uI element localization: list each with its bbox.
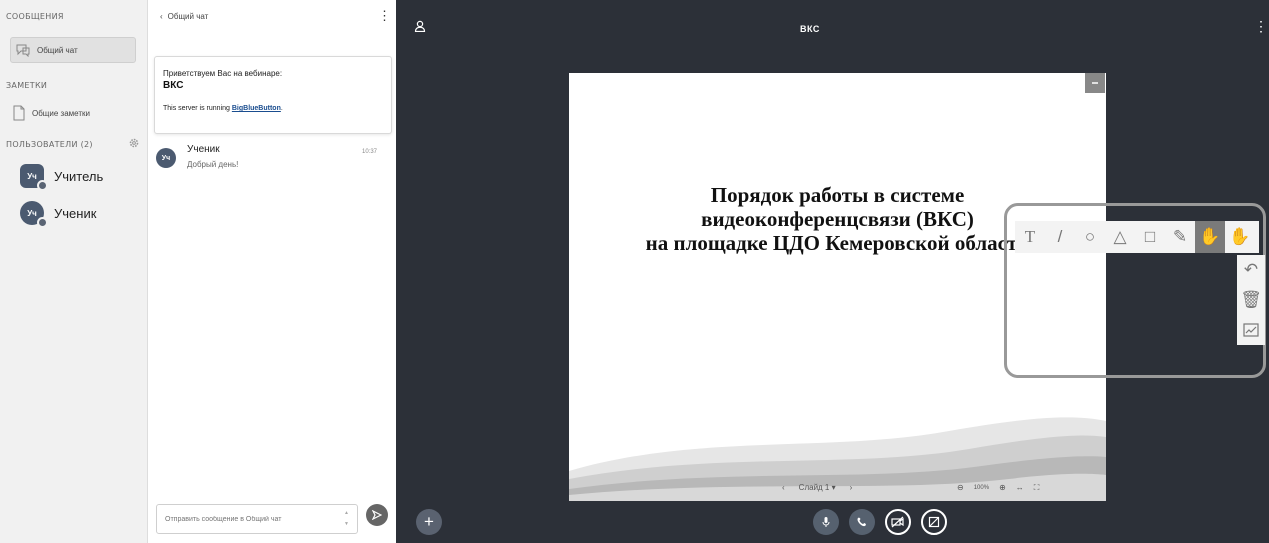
sidebar: СООБЩЕНИЯ Общий чат ЗАМЕТКИ Общие заметк… [0,0,148,543]
triangle-tool-icon[interactable]: △ [1105,221,1135,253]
zoom-controls: ⊖ 100% ⊕ ↔ ⛶ [957,483,1039,493]
chat-message-input[interactable] [156,504,358,534]
meeting-title: ВКС [800,24,820,34]
rectangle-tool-icon[interactable]: □ [1135,221,1165,253]
multi-user-whiteboard-icon[interactable] [1237,315,1265,345]
sidebar-item-shared-notes[interactable]: Общие заметки [12,100,90,126]
user-list-item[interactable]: Уч Учитель [20,164,104,191]
multi-user-whiteboard-glyph [1243,323,1259,337]
pan-tool-icon[interactable]: ✋ [1225,221,1255,253]
avatar-initials: Уч [27,208,37,218]
avatar: Уч [156,148,176,168]
message-sender: Ученик [187,144,220,155]
camera-off-icon [891,516,904,528]
chat-panel: ‹ Общий чат ⋮ Приветствуем Вас на вебина… [148,0,396,543]
status-dot [37,180,48,191]
microphone-icon [822,517,830,527]
user-list-item[interactable]: Уч Ученик [20,201,97,228]
actions-button[interactable]: + [416,509,442,535]
fullscreen-icon[interactable]: ⛶ [1034,483,1040,493]
whiteboard-toolbar: T / ○ △ □ ✎ ✋ ✋ [1015,221,1259,253]
microphone-button[interactable] [813,509,839,535]
message-text: Добрый день! [187,160,239,169]
note-icon [13,105,25,121]
welcome-line: Приветствуем Вас на вебинаре: [163,69,283,78]
server-info-text: This server is running [163,105,232,112]
webcam-button[interactable] [885,509,911,535]
avatar: Уч [20,164,48,191]
send-icon [372,510,382,520]
line-tool-icon[interactable]: / [1045,221,1075,253]
welcome-meeting-name: ВКС [163,80,184,91]
gear-icon[interactable] [128,137,140,149]
messages-section-title: СООБЩЕНИЯ [6,12,64,21]
sidebar-item-label: Общий чат [37,45,78,55]
more-options-icon[interactable]: ⋮ [1254,19,1268,33]
user-list-toggle-icon[interactable] [414,20,426,32]
status-dot [37,217,48,228]
resize-handle-icon[interactable]: ▲ ▼ [344,508,349,530]
minus-icon [1092,82,1098,84]
more-options-icon[interactable]: ⋮ [378,9,391,22]
avatar-initials: Уч [161,154,171,162]
chevron-left-icon: ‹ [160,12,163,21]
send-button[interactable] [366,504,388,526]
undo-icon[interactable]: ↶ [1237,255,1265,285]
chat-back-button[interactable]: ‹ Общий чат [160,12,208,21]
presentation-area: ВКС ⋮ Порядок работы в системе видеоконф… [396,0,1269,543]
screenshare-off-icon [928,516,940,528]
chat-title: Общий чат [167,12,209,21]
zoom-in-icon[interactable]: ⊕ [999,483,1006,492]
text-tool-icon[interactable]: T [1015,221,1045,253]
chat-icon [16,44,30,57]
avatar-initials: Уч [27,171,37,181]
sidebar-item-public-chat[interactable]: Общий чат [10,37,136,63]
next-slide-button[interactable]: › [850,483,853,492]
users-section-title: ПОЛЬЗОВАТЕЛИ (2) [6,140,93,149]
trash-icon[interactable]: 🗑 [1237,285,1265,315]
notes-section-title: ЗАМЕТКИ [6,81,48,90]
slide-controls: ‹ Слайд 1 ▾ › ⊖ 100% ⊕ ↔ ⛶ [569,474,1106,501]
zoom-level[interactable]: 100% [974,485,989,491]
whiteboard-side-toolbar: ↶ 🗑 [1237,255,1265,345]
hand-tool-icon[interactable]: ✋ [1195,221,1225,253]
minimize-presentation-button[interactable] [1085,73,1105,93]
bigbluebutton-link[interactable]: BigBlueButton [232,105,281,112]
phone-icon [857,517,866,527]
pencil-tool-icon[interactable]: ✎ [1165,221,1195,253]
server-info: This server is running BigBlueButton. [163,105,383,112]
leave-audio-button[interactable] [849,509,875,535]
message-time: 10:37 [362,149,378,155]
slide-select-label: Слайд 1 [798,483,830,492]
prev-slide-button[interactable]: ‹ [782,483,785,492]
slide-select[interactable]: Слайд 1 ▾ [799,483,836,492]
slide-navigation: ‹ Слайд 1 ▾ › [782,483,852,492]
welcome-message: Приветствуем Вас на вебинаре: ВКС This s… [154,56,392,134]
fit-width-icon[interactable]: ↔ [1016,483,1024,492]
user-name: Ученик [54,205,97,221]
ellipse-tool-icon[interactable]: ○ [1075,221,1105,253]
zoom-out-icon[interactable]: ⊖ [957,483,964,492]
user-name: Учитель [54,168,104,184]
media-controls [813,509,947,535]
sidebar-item-label: Общие заметки [32,108,90,118]
screenshare-button[interactable] [921,509,947,535]
avatar: Уч [20,201,48,228]
server-info-suffix: . [280,105,283,112]
